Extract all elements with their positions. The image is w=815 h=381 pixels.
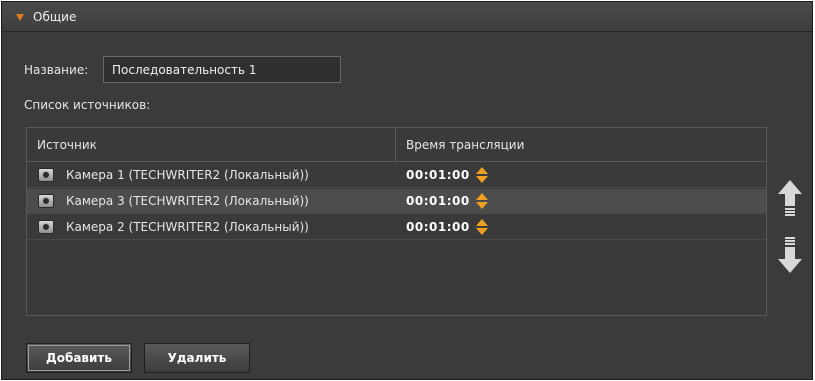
table-row[interactable]: Камера 1 (TECHWRITER2 (Локальный)) 00:01…: [27, 163, 766, 188]
spinner-down-icon[interactable]: [475, 176, 488, 183]
arrow-up-icon: [778, 180, 802, 216]
time-spinner[interactable]: [475, 193, 488, 209]
general-panel: Общие Название: Список источников: Источ…: [1, 1, 813, 380]
name-label: Название:: [24, 63, 89, 77]
spinner-up-icon[interactable]: [475, 167, 488, 174]
broadcast-time-value[interactable]: 00:01:00: [406, 220, 470, 234]
source-table: Источник Время трансляции Камера 1 (TECH…: [26, 127, 767, 316]
time-spinner[interactable]: [475, 167, 488, 183]
source-name: Камера 3 (TECHWRITER2 (Локальный)): [66, 194, 309, 208]
panel-header[interactable]: Общие: [2, 2, 812, 32]
camera-icon: [38, 168, 54, 182]
table-header: Источник Время трансляции: [27, 128, 766, 162]
column-header-source[interactable]: Источник: [27, 128, 396, 161]
source-list-label: Список источников:: [24, 98, 151, 112]
delete-button[interactable]: Удалить: [144, 343, 250, 373]
arrow-down-icon: [778, 237, 802, 273]
table-row[interactable]: Камера 3 (TECHWRITER2 (Локальный)) 00:01…: [27, 189, 766, 214]
broadcast-time-value[interactable]: 00:01:00: [406, 168, 470, 182]
spinner-up-icon[interactable]: [475, 193, 488, 200]
source-name: Камера 2 (TECHWRITER2 (Локальный)): [66, 220, 309, 234]
move-up-button[interactable]: [777, 178, 803, 218]
collapse-caret-icon[interactable]: [16, 13, 24, 21]
add-button[interactable]: Добавить: [26, 343, 132, 373]
camera-icon: [38, 220, 54, 234]
camera-icon: [38, 194, 54, 208]
spinner-down-icon[interactable]: [475, 228, 488, 235]
time-spinner[interactable]: [475, 219, 488, 235]
panel-title: Общие: [33, 9, 77, 24]
table-row[interactable]: Камера 2 (TECHWRITER2 (Локальный)) 00:01…: [27, 215, 766, 240]
source-name: Камера 1 (TECHWRITER2 (Локальный)): [66, 168, 309, 182]
name-input[interactable]: [103, 56, 341, 83]
spinner-up-icon[interactable]: [475, 219, 488, 226]
move-down-button[interactable]: [777, 235, 803, 275]
spinner-down-icon[interactable]: [475, 202, 488, 209]
broadcast-time-value[interactable]: 00:01:00: [406, 194, 470, 208]
column-header-time[interactable]: Время трансляции: [396, 128, 766, 161]
